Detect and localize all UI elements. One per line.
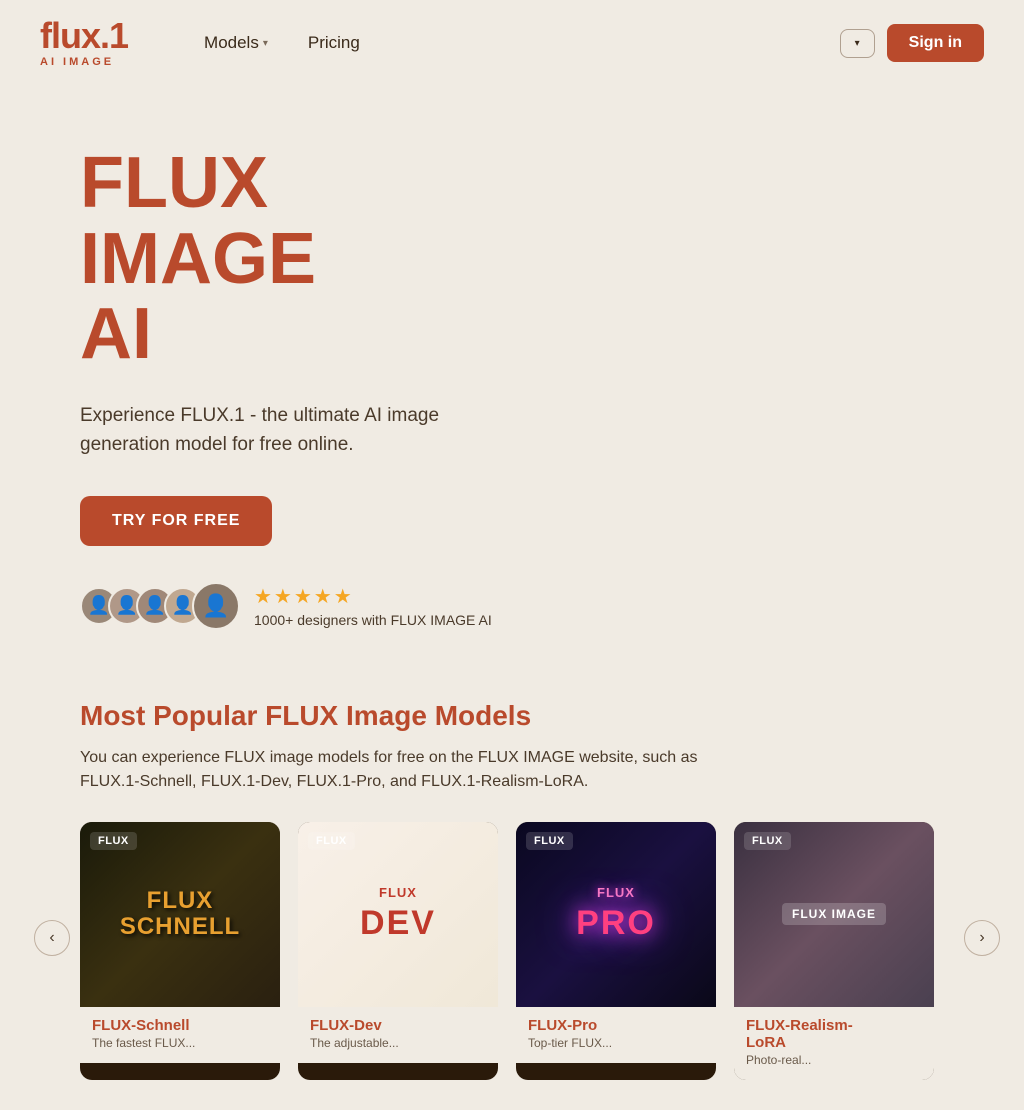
card-name: FLUX-Pro bbox=[528, 1017, 704, 1034]
card-subtitle: The fastest FLUX... bbox=[92, 1036, 268, 1052]
card-subtitle: Top-tier FLUX... bbox=[528, 1036, 704, 1052]
card-name: FLUX-Dev bbox=[310, 1017, 486, 1034]
carousel-next-button[interactable]: › bbox=[964, 920, 1000, 956]
stars-area: ★★★★★ 1000+ designers with FLUX IMAGE AI bbox=[254, 584, 492, 628]
card-info: FLUX-Schnell The fastest FLUX... bbox=[80, 1007, 280, 1064]
model-card-schnell[interactable]: FLUXSCHNELL FLUX FLUX-Schnell The fastes… bbox=[80, 822, 280, 1081]
card-info: FLUX-Realism-LoRA Photo-real... bbox=[734, 1007, 934, 1081]
card-badge: FLUX bbox=[308, 832, 355, 850]
language-button[interactable]: ▾ bbox=[840, 29, 875, 58]
chevron-down-icon: ▾ bbox=[855, 38, 860, 49]
models-description: You can experience FLUX image models for… bbox=[80, 746, 760, 794]
card-name: FLUX-Realism-LoRA bbox=[746, 1017, 922, 1051]
card-badge: FLUX bbox=[90, 832, 137, 850]
social-proof: 👤 👤 👤 👤 👤 ★★★★★ 1000+ designers with FLU… bbox=[80, 582, 510, 630]
signin-button[interactable]: Sign in bbox=[887, 24, 984, 62]
card-name: FLUX-Schnell bbox=[92, 1017, 268, 1034]
try-for-free-button[interactable]: TRY FOR FREE bbox=[80, 496, 272, 546]
card-image: FLUXSCHNELL FLUX bbox=[80, 822, 280, 1007]
card-image: FLUX DEV FLUX bbox=[298, 822, 498, 1007]
logo-sub: AI IMAGE bbox=[40, 56, 114, 68]
avatar: 👤 bbox=[192, 582, 240, 630]
avatar-group: 👤 👤 👤 👤 👤 bbox=[80, 582, 240, 630]
models-section: Most Popular FLUX Image Models You can e… bbox=[0, 650, 1024, 1110]
carousel-prev-button[interactable]: ‹ bbox=[34, 920, 70, 956]
star-rating: ★★★★★ bbox=[254, 584, 492, 609]
card-info: FLUX-Pro Top-tier FLUX... bbox=[516, 1007, 716, 1064]
card-image: FLUX PRO FLUX bbox=[516, 822, 716, 1007]
logo[interactable]: flux.1 AI IMAGE bbox=[40, 18, 128, 68]
logo-text: flux.1 bbox=[40, 18, 128, 54]
model-card-pro[interactable]: FLUX PRO FLUX FLUX-Pro Top-tier FLUX... bbox=[516, 822, 716, 1081]
hero-description: Experience FLUX.1 - the ultimate AI imag… bbox=[80, 401, 480, 460]
hero-section: FLUX IMAGE AI Experience FLUX.1 - the ul… bbox=[0, 86, 1024, 650]
card-image-text: FLUXSCHNELL bbox=[120, 888, 240, 941]
navbar: flux.1 AI IMAGE Models ▾ Pricing ▾ Sign … bbox=[0, 0, 1024, 86]
cards-container: ‹ FLUXSCHNELL FLUX FLUX-Schnell The fast… bbox=[80, 822, 984, 1081]
card-badge: FLUX bbox=[526, 832, 573, 850]
model-card-dev[interactable]: FLUX DEV FLUX FLUX-Dev The adjustable... bbox=[298, 822, 498, 1081]
hero-title: FLUX IMAGE AI bbox=[80, 146, 510, 373]
nav-models[interactable]: Models ▾ bbox=[188, 25, 284, 61]
card-subtitle: The adjustable... bbox=[310, 1036, 486, 1052]
models-heading: Most Popular FLUX Image Models bbox=[80, 700, 984, 732]
model-card-realism[interactable]: FLUX IMAGE FLUX FLUX-Realism-LoRA Photo-… bbox=[734, 822, 934, 1081]
card-info: FLUX-Dev The adjustable... bbox=[298, 1007, 498, 1064]
cards-row: FLUXSCHNELL FLUX FLUX-Schnell The fastes… bbox=[80, 822, 984, 1081]
nav-right: ▾ Sign in bbox=[840, 24, 984, 62]
card-subtitle: Photo-real... bbox=[746, 1053, 922, 1069]
hero-content: FLUX IMAGE AI Experience FLUX.1 - the ul… bbox=[0, 106, 550, 650]
nav-pricing[interactable]: Pricing bbox=[292, 25, 376, 61]
nav-links: Models ▾ Pricing bbox=[188, 25, 800, 61]
card-image: FLUX IMAGE FLUX bbox=[734, 822, 934, 1007]
chevron-down-icon: ▾ bbox=[263, 38, 268, 49]
card-badge: FLUX bbox=[744, 832, 791, 850]
social-text: 1000+ designers with FLUX IMAGE AI bbox=[254, 612, 492, 628]
